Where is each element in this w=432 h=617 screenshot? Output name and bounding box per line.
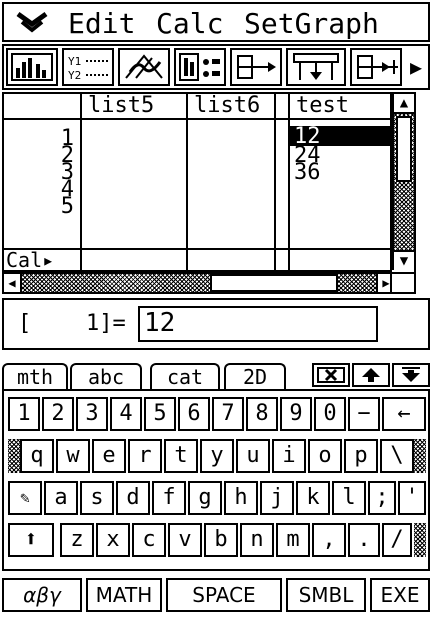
cal-row-label[interactable]: Cal▸ xyxy=(6,250,54,270)
tab-cat[interactable]: cat xyxy=(150,363,220,389)
key-0[interactable]: 0 xyxy=(314,397,346,431)
backspace-key[interactable]: ← xyxy=(382,397,426,431)
key-1[interactable]: 1 xyxy=(8,397,40,431)
scroll-left-icon[interactable]: ◀ xyxy=(4,274,22,292)
key-j[interactable]: j xyxy=(260,481,294,515)
tab-mth[interactable]: mth xyxy=(2,363,68,389)
vertical-scroll-thumb[interactable] xyxy=(396,116,412,182)
menu-setgraph[interactable]: SetGraph xyxy=(244,8,379,40)
key-w[interactable]: w xyxy=(56,439,90,473)
key-2[interactable]: 2 xyxy=(42,397,74,431)
key-h[interactable]: h xyxy=(224,481,258,515)
tab-2d[interactable]: 2D xyxy=(224,363,286,389)
row-number: 5 xyxy=(60,194,74,219)
key-u[interactable]: u xyxy=(236,439,270,473)
toolbar: Y1 Y2 ▶ xyxy=(2,44,430,90)
exe-key[interactable]: EXE xyxy=(370,578,430,612)
tab-abc[interactable]: abc xyxy=(70,363,142,391)
key-p[interactable]: p xyxy=(344,439,378,473)
key-c[interactable]: c xyxy=(132,523,166,557)
stat-graph-icon[interactable] xyxy=(118,48,170,86)
svg-text:Y2: Y2 xyxy=(68,69,81,82)
key-apostrophe[interactable]: ' xyxy=(398,481,426,515)
edit-prefix: [ xyxy=(18,311,32,336)
key-k[interactable]: k xyxy=(296,481,330,515)
key-b[interactable]: b xyxy=(204,523,238,557)
key-7[interactable]: 7 xyxy=(212,397,244,431)
key-f[interactable]: f xyxy=(152,481,186,515)
key-n[interactable]: n xyxy=(240,523,274,557)
vertical-scrollbar[interactable]: ▲ ▼ xyxy=(392,94,414,270)
abc-keyboard: 1 2 3 4 5 6 7 8 9 0 − ← q w e r t y u i … xyxy=(2,389,430,571)
key-d[interactable]: d xyxy=(116,481,150,515)
key-l[interactable]: l xyxy=(332,481,366,515)
key-i[interactable]: i xyxy=(272,439,306,473)
space-key[interactable]: SPACE xyxy=(166,578,282,612)
horizontal-scroll-thumb[interactable] xyxy=(210,274,338,292)
scroll-right-arrow-icon[interactable]: ▶ xyxy=(376,274,394,292)
smbl-key[interactable]: SMBL xyxy=(286,578,366,612)
key-a[interactable]: a xyxy=(44,481,78,515)
graph-window-icon[interactable] xyxy=(6,48,58,86)
key-semicolon[interactable]: ; xyxy=(368,481,396,515)
key-3[interactable]: 3 xyxy=(76,397,108,431)
column-header-test[interactable]: test xyxy=(290,94,349,118)
horizontal-scrollbar[interactable]: ◀ ▶ xyxy=(4,272,414,292)
key-comma[interactable]: , xyxy=(312,523,346,557)
cell-test-3[interactable]: 36 xyxy=(290,162,321,184)
key-9[interactable]: 9 xyxy=(280,397,312,431)
key-s[interactable]: s xyxy=(80,481,114,515)
key-8[interactable]: 8 xyxy=(246,397,278,431)
svg-text:Y1: Y1 xyxy=(68,55,81,68)
key-q[interactable]: q xyxy=(20,439,54,473)
menu-dropdown-icon[interactable] xyxy=(14,10,50,41)
scroll-down-icon[interactable]: ▼ xyxy=(394,250,414,270)
key-m[interactable]: m xyxy=(276,523,310,557)
key-period[interactable]: . xyxy=(348,523,380,557)
key-6[interactable]: 6 xyxy=(178,397,210,431)
key-t[interactable]: t xyxy=(164,439,198,473)
close-keyboard-icon[interactable] xyxy=(312,363,350,387)
scroll-right-icon[interactable]: ▶ xyxy=(406,48,426,86)
key-4[interactable]: 4 xyxy=(110,397,142,431)
menu-edit[interactable]: Edit xyxy=(68,8,135,40)
key-backslash[interactable]: \ xyxy=(380,439,414,473)
key-y[interactable]: y xyxy=(200,439,234,473)
menu-bar: Edit Calc SetGraph xyxy=(2,2,430,42)
pen-icon[interactable]: ✎ xyxy=(8,481,42,515)
column-header-list5[interactable]: list5 xyxy=(82,94,154,118)
column-header-list6[interactable]: list6 xyxy=(188,94,260,118)
keyboard-down-icon[interactable] xyxy=(392,363,430,387)
graph-editor-icon[interactable]: Y1 Y2 xyxy=(62,48,114,86)
key-g[interactable]: g xyxy=(188,481,222,515)
key-z[interactable]: z xyxy=(60,523,94,557)
list-table: list5 list6 test 1 2 3 4 5 12 24 36 Cal▸… xyxy=(2,92,416,294)
sort-icon[interactable] xyxy=(286,48,346,86)
key-v[interactable]: v xyxy=(168,523,202,557)
key-slash[interactable]: / xyxy=(382,523,412,557)
key-o[interactable]: o xyxy=(308,439,342,473)
menu-calc[interactable]: Calc xyxy=(156,8,223,40)
keyboard-up-icon[interactable] xyxy=(352,363,390,387)
key-5[interactable]: 5 xyxy=(144,397,176,431)
edit-line: [ 1]= 12 xyxy=(2,298,430,350)
edit-index: 1]= xyxy=(86,311,126,336)
list-insert-icon[interactable] xyxy=(230,48,282,86)
list-append-icon[interactable] xyxy=(350,48,402,86)
value-input[interactable]: 12 xyxy=(138,306,378,342)
key-r[interactable]: r xyxy=(128,439,162,473)
key-minus[interactable]: − xyxy=(348,397,380,431)
scroll-up-icon[interactable]: ▲ xyxy=(394,94,414,114)
key-e[interactable]: e xyxy=(92,439,126,473)
shift-key[interactable]: ⬆ xyxy=(8,523,54,557)
math-key[interactable]: MATH xyxy=(86,578,162,612)
stat-calc-icon[interactable] xyxy=(174,48,226,86)
key-x[interactable]: x xyxy=(96,523,130,557)
greek-key[interactable]: αβγ xyxy=(2,578,82,612)
